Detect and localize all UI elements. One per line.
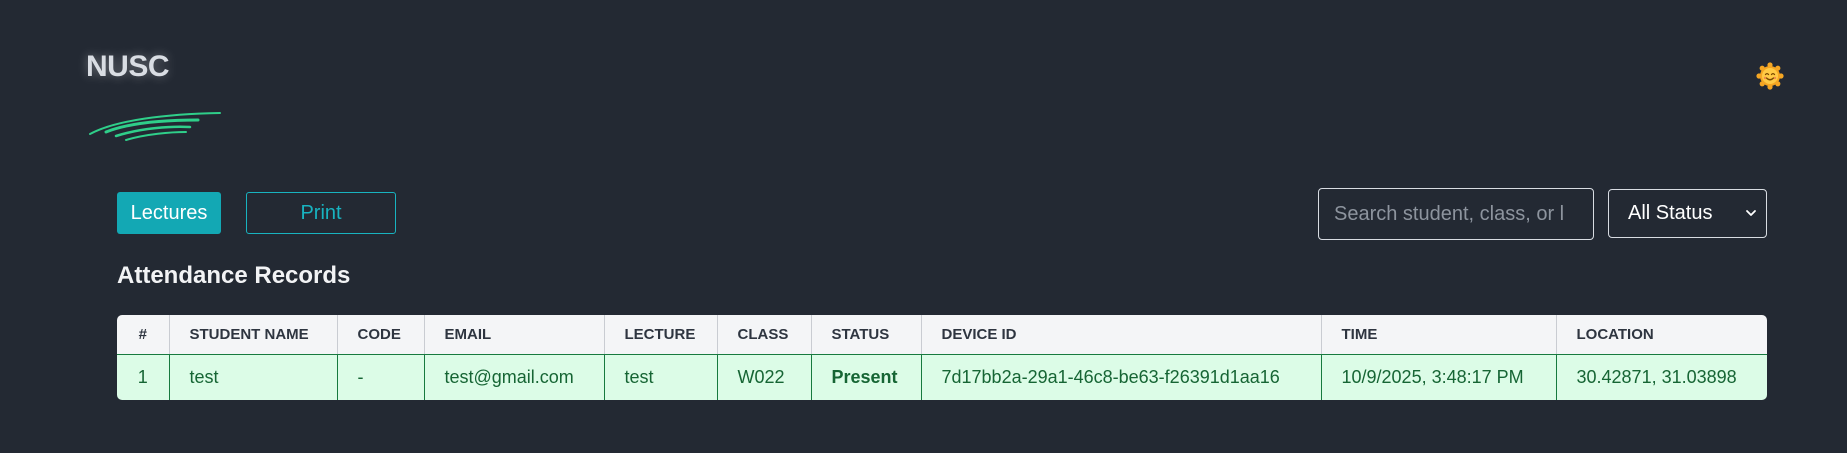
table-row[interactable]: 1 test - test@gmail.com test W022 Presen… — [117, 354, 1767, 400]
toolbar: Lectures Print All Status — [117, 188, 1767, 240]
cell-time: 10/9/2025, 3:48:17 PM — [1321, 354, 1557, 400]
cell-location: 30.42871, 31.03898 — [1556, 354, 1767, 400]
chevron-down-icon — [1746, 210, 1756, 216]
cell-email: test@gmail.com — [424, 354, 605, 400]
column-header-student-name[interactable]: STUDENT NAME — [169, 315, 338, 355]
search-input[interactable] — [1318, 188, 1594, 240]
column-header-device-id[interactable]: DEVICE ID — [921, 315, 1322, 355]
print-button[interactable]: Print — [246, 192, 396, 234]
cell-student-name: test — [169, 354, 338, 400]
logo[interactable]: NUSC — [86, 50, 221, 141]
logo-text: NUSC — [86, 50, 170, 83]
lectures-button[interactable]: Lectures — [117, 192, 221, 234]
cell-status: Present — [811, 354, 922, 400]
cell-class: W022 — [717, 354, 812, 400]
status-filter-select[interactable]: All Status — [1608, 189, 1767, 238]
attendance-page: NUSC Lectures Print A — [0, 0, 1847, 453]
status-filter-value: All Status — [1628, 202, 1713, 224]
logo-brush-stroke-icon — [89, 112, 221, 141]
cell-code: - — [337, 354, 425, 400]
column-header-index[interactable]: # — [117, 315, 170, 355]
page-title: Attendance Records — [117, 262, 351, 289]
column-header-code[interactable]: CODE — [337, 315, 425, 355]
column-header-class[interactable]: CLASS — [717, 315, 812, 355]
cell-lecture: test — [604, 354, 718, 400]
cell-index: 1 — [117, 354, 170, 400]
column-header-status[interactable]: STATUS — [811, 315, 922, 355]
cell-device-id: 7d17bb2a-29a1-46c8-be63-f26391d1aa16 — [921, 354, 1322, 400]
column-header-location[interactable]: LOCATION — [1556, 315, 1767, 355]
table-header-row: # STUDENT NAME CODE EMAIL LECTURE CLASS … — [117, 315, 1767, 355]
sun-face-icon[interactable] — [1756, 62, 1784, 90]
attendance-table: # STUDENT NAME CODE EMAIL LECTURE CLASS … — [117, 315, 1767, 400]
column-header-email[interactable]: EMAIL — [424, 315, 605, 355]
column-header-time[interactable]: TIME — [1321, 315, 1557, 355]
column-header-lecture[interactable]: LECTURE — [604, 315, 718, 355]
